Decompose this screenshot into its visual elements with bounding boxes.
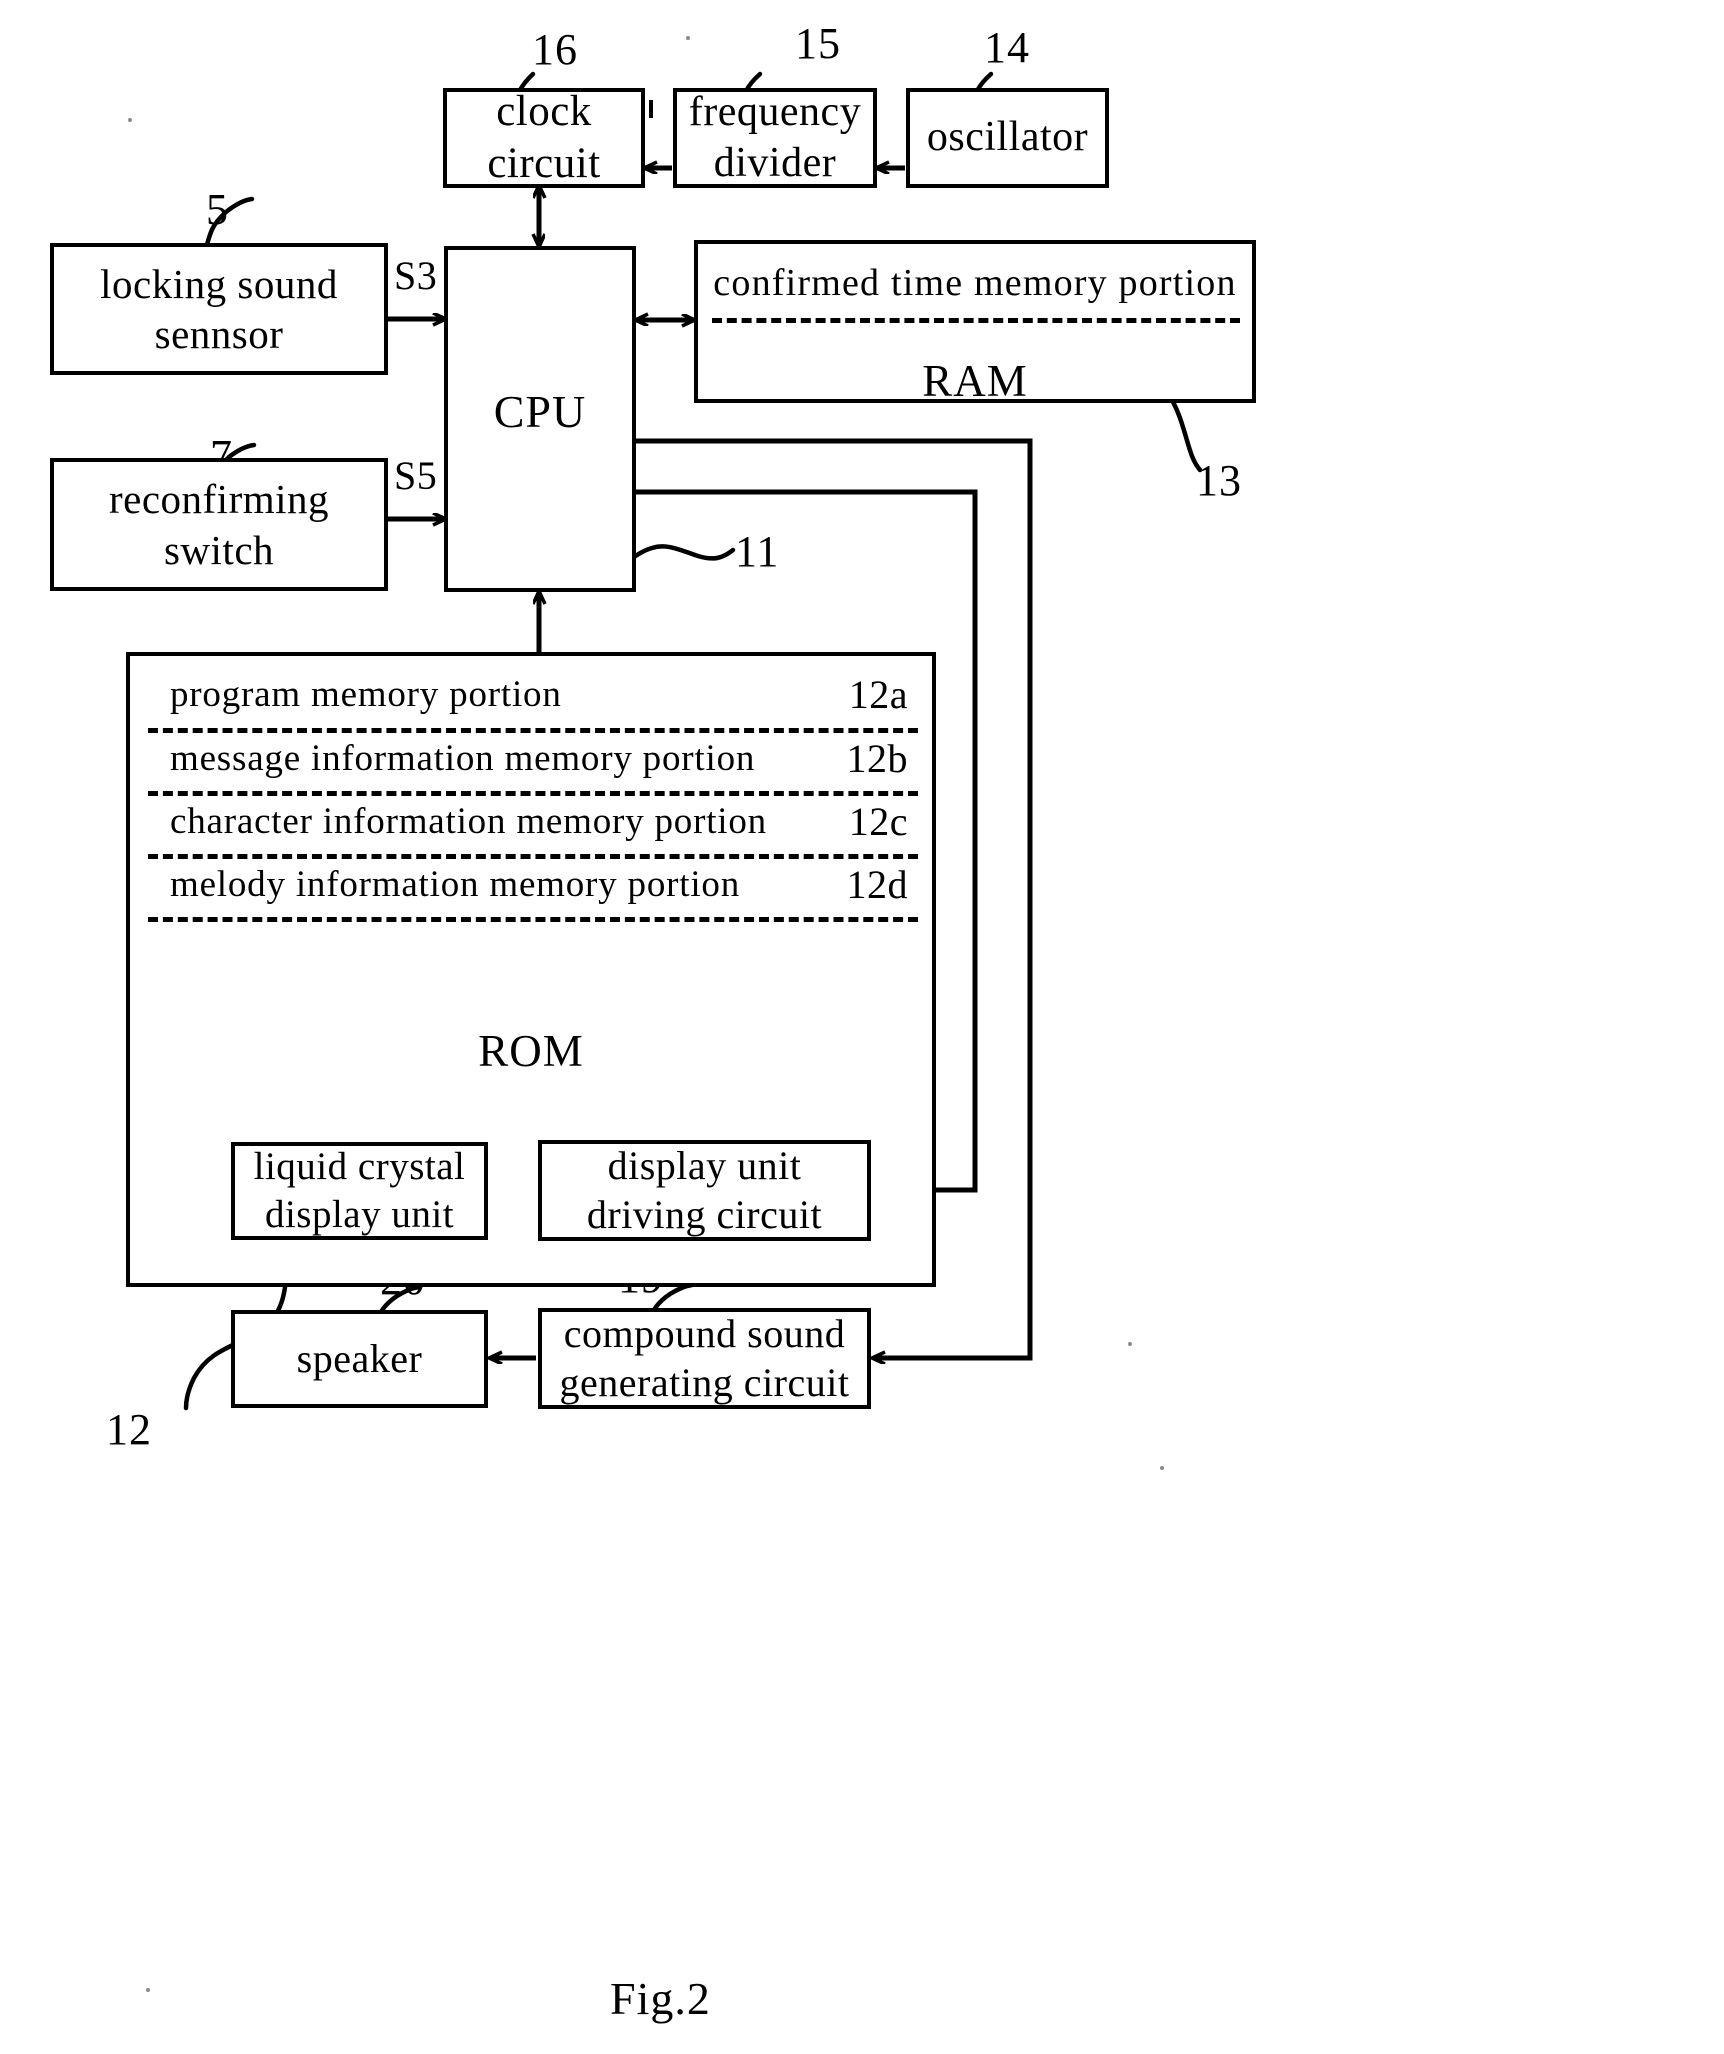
rom-portion-row-melody: melody information memory portion 12d [148,854,918,916]
block-reconfirming-switch: reconfirming switch [50,458,388,591]
block-cpu: CPU [444,246,636,592]
reference-numeral-11: 11 [735,527,780,576]
reconfirming-switch-line2: switch [163,526,275,573]
ram-title: RAM [922,356,1028,406]
rom-portion-label-program: program memory portion [170,674,562,716]
block-ram: confirmed time memory portion RAM [694,240,1256,406]
rom-portion-row-message: message information memory portion 12b [148,728,918,790]
rom-portion-row-program: program memory portion 12a [148,664,918,726]
compound-sound-line1: compound sound [563,1310,846,1356]
rom-portion-label-character: character information memory portion [170,801,767,843]
block-display-unit-driving-circuit: display unit driving circuit [538,1140,871,1241]
signal-label-s3: S3 [394,253,438,298]
rom-portion-row-character: character information memory portion 12c [148,791,918,853]
reference-numeral-5: 5 [206,185,229,234]
ram-divider [712,318,1240,323]
rom-portion-label-message: message information memory portion [170,738,756,780]
rom-portion-code-12b: 12b [846,735,908,781]
frequency-divider-line1: frequency [688,88,862,135]
block-clock-circuit: clock circuit [443,88,645,188]
scan-speck [1128,1342,1132,1346]
rom-portion-label-melody: melody information memory portion [170,864,740,906]
block-oscillator: oscillator [906,88,1109,188]
block-frequency-divider: frequency divider [673,88,877,188]
reconfirming-switch-line1: reconfirming [108,476,330,523]
compound-sound-line2: generating circuit [559,1359,850,1405]
speaker-label: speaker [296,1335,423,1381]
locking-sound-sensor-line1: locking sound [100,260,338,307]
reference-numeral-13: 13 [1196,456,1242,505]
rom-title: ROM [478,1026,584,1076]
block-compound-sound-generating-circuit: compound sound generating circuit [538,1308,871,1409]
patent-figure-page: 16 15 14 5 7 11 13 12 18 17 20 19 S3 S5 … [0,0,1724,2054]
cpu-label: CPU [493,386,587,437]
scan-speck [1160,1466,1164,1470]
figure-caption: Fig.2 [610,1973,711,2024]
display-driving-line2: driving circuit [586,1191,823,1237]
reference-numeral-14: 14 [984,23,1030,72]
locking-sound-sensor-line2: sennsor [154,311,284,357]
clock-circuit-line1: clock [496,87,592,135]
block-speaker: speaker [231,1310,488,1408]
scan-speck [146,1988,150,1992]
block-liquid-crystal-display-unit: liquid crystal display unit [231,1142,488,1240]
rom-portion-code-12d: 12d [846,861,908,907]
signal-label-s5: S5 [394,453,438,498]
block-locking-sound-sensor: locking sound sennsor [50,243,388,375]
lcd-line2: display unit [264,1193,455,1236]
reference-numeral-16: 16 [532,25,578,74]
reference-numeral-12: 12 [106,1405,152,1454]
scan-speck [128,118,132,122]
frequency-divider-line2: divider [713,140,837,186]
rom-portion-code-12a: 12a [848,671,908,717]
ram-confirmed-time-memory-portion: confirmed time memory portion [713,262,1237,304]
clock-circuit-line2: circuit [487,140,601,187]
lcd-line1: liquid crystal [253,1145,466,1189]
display-driving-line1: display unit [607,1142,802,1188]
rom-portion-code-12c: 12c [848,798,908,844]
reference-numeral-15: 15 [795,19,841,68]
scan-speck [686,36,690,40]
oscillator-label: oscillator [926,114,1089,161]
rom-divider-4 [148,917,918,922]
